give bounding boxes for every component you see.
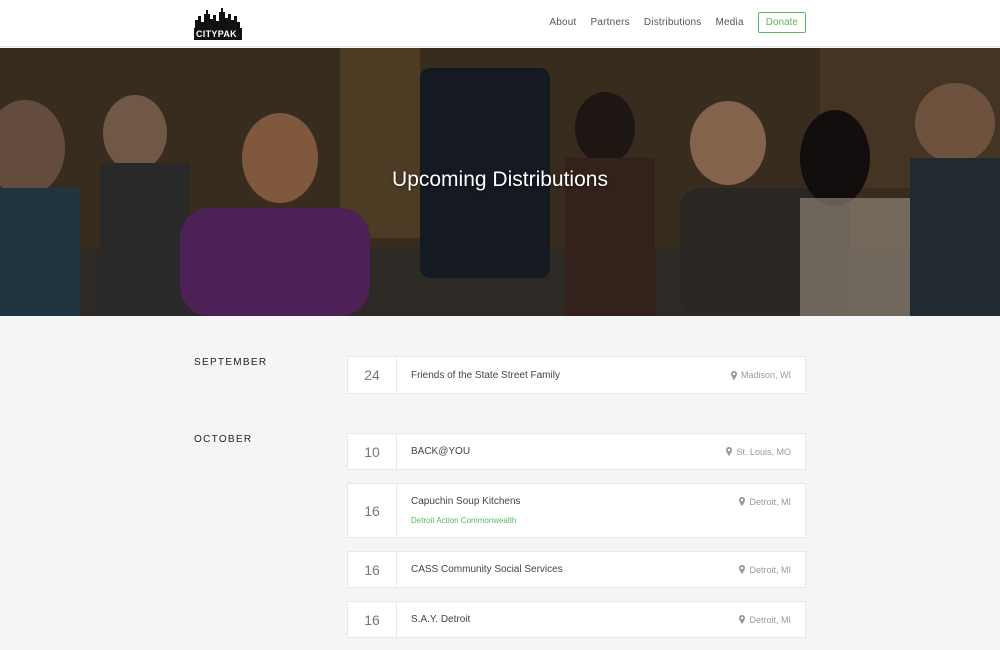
nav-media[interactable]: Media [716, 17, 744, 28]
location-text: St. Louis, MO [736, 446, 791, 457]
event-day: 16 [348, 552, 397, 587]
event-card[interactable]: 10 BACK@YOU St. Louis, MO [347, 433, 806, 470]
location-text: Detroit, MI [749, 564, 791, 575]
month-label-october: OCTOBER [194, 434, 253, 445]
event-day: 10 [348, 434, 397, 469]
event-name: Capuchin Soup Kitchens [411, 496, 521, 507]
navbar: CITYPAK About Partners Distributions Med… [0, 0, 1000, 47]
event-location: Madison, WI [730, 357, 791, 393]
event-body: Capuchin Soup Kitchens Detroit Action Co… [397, 484, 805, 537]
event-card[interactable]: 16 CASS Community Social Services Detroi… [347, 551, 806, 588]
event-location: St. Louis, MO [726, 434, 791, 469]
event-body: BACK@YOU St. Louis, MO [397, 434, 805, 469]
event-card[interactable]: 16 S.A.Y. Detroit Detroit, MI [347, 601, 806, 638]
nav-distributions[interactable]: Distributions [644, 17, 702, 28]
hero-banner: Upcoming Distributions [0, 48, 1000, 316]
event-day: 16 [348, 484, 397, 537]
event-day: 24 [348, 357, 397, 393]
event-card[interactable]: 24 Friends of the State Street Family Ma… [347, 356, 806, 394]
map-pin-icon [739, 497, 746, 506]
event-partner-link[interactable]: Detroit Action Commonwealth [411, 516, 791, 525]
event-location: Detroit, MI [739, 484, 791, 537]
event-location: Detroit, MI [739, 602, 791, 637]
map-pin-icon [730, 370, 737, 380]
map-pin-icon [739, 565, 746, 574]
map-pin-icon [726, 447, 733, 456]
event-body: S.A.Y. Detroit Detroit, MI [397, 602, 805, 637]
location-text: Madison, WI [740, 370, 791, 380]
event-body: CASS Community Social Services Detroit, … [397, 552, 805, 587]
logo-text: CITYPAK [196, 29, 237, 39]
location-text: Detroit, MI [749, 497, 791, 507]
event-day: 16 [348, 602, 397, 637]
event-name: S.A.Y. Detroit [411, 614, 471, 625]
citypak-logo[interactable]: CITYPAK [193, 6, 243, 42]
nav-partners[interactable]: Partners [590, 17, 629, 28]
nav-links: About Partners Distributions Media Donat… [535, 12, 806, 33]
location-text: Detroit, MI [749, 614, 791, 625]
event-location: Detroit, MI [739, 552, 791, 587]
nav-about[interactable]: About [549, 17, 576, 28]
map-pin-icon [739, 615, 746, 624]
distributions-list: SEPTEMBER 24 Friends of the State Street… [0, 316, 1000, 650]
donate-button[interactable]: Donate [757, 12, 806, 33]
event-card[interactable]: 16 Capuchin Soup Kitchens Detroit Action… [347, 483, 806, 538]
event-name: CASS Community Social Services [411, 564, 563, 575]
page-title: Upcoming Distributions [392, 168, 608, 191]
month-label-september: SEPTEMBER [194, 357, 268, 368]
event-body: Friends of the State Street Family Madis… [397, 357, 805, 393]
